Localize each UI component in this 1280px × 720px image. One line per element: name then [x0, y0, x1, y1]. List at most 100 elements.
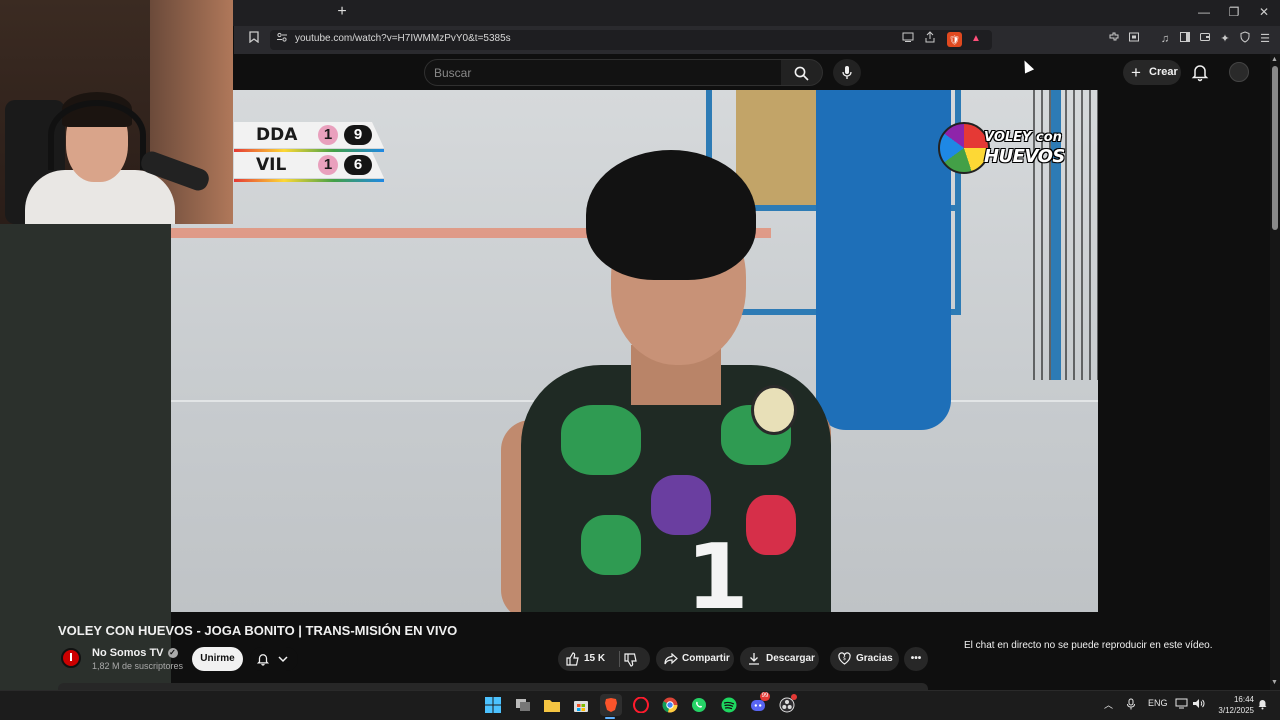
- scoreboard: DDA 1 9 VIL 1 6: [234, 118, 394, 188]
- input-language[interactable]: ENG: [1148, 698, 1168, 708]
- subscriber-count: 1,82 M de suscriptores: [92, 661, 184, 671]
- brave-shield-icon[interactable]: 🛡: [947, 32, 962, 47]
- webcam-headset: [48, 100, 146, 170]
- create-button[interactable]: + Crear: [1123, 60, 1181, 85]
- clock-date: 3/12/2025: [1218, 706, 1254, 715]
- download-icon: [748, 647, 760, 673]
- tab-manager-icon[interactable]: [1126, 31, 1142, 47]
- volume-icon[interactable]: [1192, 698, 1205, 711]
- scoreboard-stripe: [234, 149, 384, 152]
- opera-icon[interactable]: [630, 694, 652, 716]
- super-thanks-icon: $: [838, 647, 851, 673]
- wallet-icon[interactable]: [1197, 31, 1213, 47]
- brave-browser-icon[interactable]: [600, 694, 622, 716]
- scoreboard-row: VIL 1 6: [234, 152, 384, 178]
- share-icon: [664, 647, 678, 673]
- broadcast-logo: VOLEY con HUEVOS: [938, 120, 1073, 178]
- more-actions-button[interactable]: •••: [904, 647, 928, 671]
- thanks-label: Gracias: [856, 653, 893, 664]
- scroll-down-arrow[interactable]: ▼: [1271, 679, 1278, 686]
- team-name: DDA: [256, 125, 298, 145]
- spotify-icon[interactable]: [718, 694, 740, 716]
- microphone-icon: [842, 66, 852, 79]
- channel-name[interactable]: No Somos TV ✓: [92, 647, 178, 659]
- chrome-icon[interactable]: [659, 694, 681, 716]
- subscription-notifications-button[interactable]: [250, 647, 298, 671]
- minimize-button[interactable]: —: [1194, 4, 1214, 20]
- post-padding: [816, 90, 951, 430]
- account-avatar[interactable]: [1229, 62, 1249, 82]
- share-page-icon[interactable]: [922, 31, 938, 47]
- network-icon[interactable]: [1175, 698, 1188, 711]
- share-button[interactable]: Compartir: [656, 647, 734, 671]
- search-placeholder: Buscar: [434, 66, 472, 80]
- search-icon: [794, 66, 809, 81]
- video-title: VOLEY CON HUEVOS - JOGA BONITO | TRANS-M…: [58, 623, 458, 638]
- site-settings-icon[interactable]: [274, 31, 290, 47]
- whatsapp-icon[interactable]: [688, 694, 710, 716]
- notifications-button[interactable]: [1190, 62, 1210, 82]
- voice-search-button[interactable]: [833, 59, 861, 86]
- verified-icon: ✓: [167, 648, 178, 659]
- clock-time: 16:44: [1233, 695, 1254, 704]
- share-label: Compartir: [682, 653, 730, 664]
- sidebar-icon[interactable]: [1177, 31, 1193, 47]
- search-button[interactable]: [781, 59, 823, 86]
- chevron-down-icon: [278, 656, 288, 663]
- maximize-button[interactable]: ❐: [1224, 4, 1244, 20]
- scrollbar-thumb[interactable]: [1272, 66, 1278, 230]
- discord-notification-badge: 99: [760, 692, 770, 701]
- scoreboard-row: DDA 1 9: [234, 122, 384, 148]
- tray-overflow-icon[interactable]: ︿: [1104, 698, 1113, 711]
- scoreboard-stripe: [234, 179, 384, 182]
- download-button[interactable]: Descargar: [740, 647, 819, 671]
- url-text[interactable]: youtube.com/watch?v=H7IWMMzPvY0&t=5385s: [295, 33, 511, 44]
- like-dislike-group: 15 K: [558, 647, 650, 671]
- download-label: Descargar: [766, 653, 815, 664]
- channel-avatar[interactable]: [61, 648, 81, 668]
- plus-icon: +: [1131, 63, 1141, 82]
- thanks-button[interactable]: $ Gracias: [830, 647, 899, 671]
- cast-icon[interactable]: [900, 31, 916, 47]
- recording-indicator: [791, 694, 797, 700]
- chat-unavailable-message: El chat en directo no se puede reproduci…: [964, 640, 1213, 651]
- extensions-icon[interactable]: [1106, 31, 1122, 47]
- windows-start-icon[interactable]: [482, 694, 504, 716]
- player-hair: [586, 150, 756, 280]
- search-input[interactable]: [424, 59, 782, 86]
- dislike-icon[interactable]: [624, 647, 638, 675]
- like-icon[interactable]: [566, 647, 580, 674]
- logo-text-top: VOLEY con: [984, 130, 1062, 145]
- bell-icon: [1191, 65, 1209, 82]
- tray-microphone-icon[interactable]: [1126, 698, 1136, 712]
- music-icon[interactable]: ♫: [1157, 31, 1173, 47]
- obs-studio-icon[interactable]: [776, 694, 798, 716]
- webcam-overlay: [0, 0, 233, 224]
- discord-icon[interactable]: 99: [747, 692, 770, 716]
- channel-name-text[interactable]: No Somos TV: [92, 647, 164, 659]
- svg-text:$: $: [843, 656, 846, 662]
- team-points: 9: [344, 125, 372, 145]
- like-count[interactable]: 15 K: [584, 647, 605, 671]
- notification-center-icon[interactable]: [1257, 698, 1268, 712]
- brave-rewards-icon[interactable]: ▲: [968, 31, 984, 47]
- active-app-indicator: [605, 717, 615, 719]
- file-explorer-icon[interactable]: [541, 694, 563, 716]
- task-view-icon[interactable]: [512, 694, 534, 716]
- screen: + — ❐ ✕ youtube.com/watch?v=H7IWMMzPvY0&…: [0, 0, 1280, 720]
- vpn-icon[interactable]: [1237, 31, 1253, 47]
- scroll-up-arrow[interactable]: ▲: [1271, 56, 1278, 63]
- bookmark-icon[interactable]: [246, 31, 262, 47]
- browser-menu-icon[interactable]: ☰: [1257, 31, 1273, 47]
- team-points: 6: [344, 155, 372, 175]
- leo-ai-icon[interactable]: ✦: [1217, 31, 1233, 47]
- jersey-number: 1: [686, 525, 749, 612]
- team-crest: [751, 385, 797, 435]
- system-clock[interactable]: 16:44 3/12/2025: [1210, 694, 1254, 716]
- join-button[interactable]: Unirme: [192, 647, 243, 671]
- microsoft-store-icon[interactable]: [570, 694, 592, 716]
- new-tab-button[interactable]: +: [334, 4, 350, 20]
- close-window-button[interactable]: ✕: [1254, 4, 1274, 20]
- logo-text-bottom: HUEVOS: [984, 146, 1065, 167]
- like-divider: [619, 651, 620, 667]
